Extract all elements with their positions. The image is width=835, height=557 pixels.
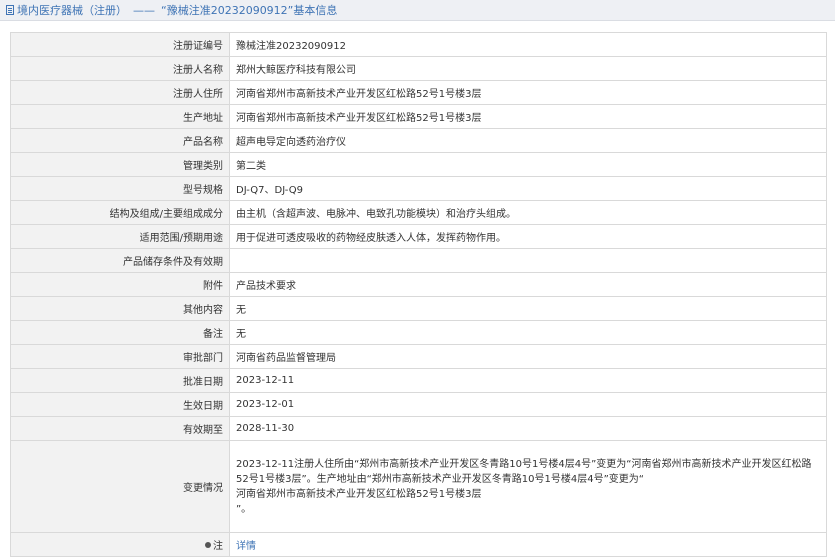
row-label: 其他内容 [10, 296, 230, 321]
row-label: 附件 [10, 272, 230, 297]
document-icon [6, 5, 14, 15]
table-row: 注册证编号 豫械注准20232090912 [10, 32, 827, 57]
row-label: 型号规格 [10, 176, 230, 201]
row-value: 河南省郑州市高新技术产业开发区红松路52号1号楼3层 [229, 104, 827, 129]
info-table-container: 注册证编号 豫械注准20232090912 注册人名称 郑州大鲸医疗科技有限公司 注… [10, 32, 827, 557]
row-value: 2023-12-01 [229, 392, 827, 417]
row-value: 豫械注准20232090912 [229, 32, 827, 57]
table-row: 其他内容无 [10, 296, 827, 321]
change-history-line: 河南省郑州市高新技术产业开发区红松路52号1号楼3层 [236, 488, 482, 500]
table-row: 审批部门 河南省药品监督管理局 [10, 344, 827, 369]
row-value: 2028-11-30 [229, 416, 827, 441]
change-history-value: 2023-12-11注册人住所由“郑州市高新技术产业开发区冬青路10号1号楼4层… [229, 440, 827, 533]
row-label: 有效期至 [10, 416, 230, 441]
row-value: 由主机（含超声波、电脉冲、电致孔功能模块）和治疗头组成。 [229, 200, 827, 225]
row-value: 用于促进可透皮吸收的药物经皮肤透入人体，发挥药物作用。 [229, 224, 827, 249]
change-history-line: 2023-12-11注册人住所由“郑州市高新技术产业开发区冬青路10号1号楼4层… [236, 458, 812, 470]
row-value: 郑州大鲸医疗科技有限公司 [229, 56, 827, 81]
row-label: 适用范围/预期用途 [10, 224, 230, 249]
table-row: 注册人名称 郑州大鲸医疗科技有限公司 [10, 56, 827, 81]
row-value: 河南省药品监督管理局 [229, 344, 827, 369]
pin-icon [205, 542, 211, 548]
table-row: 生产地址 河南省郑州市高新技术产业开发区红松路52号1号楼3层 [10, 104, 827, 129]
table-row: 备注无 [10, 320, 827, 345]
row-label: 产品名称 [10, 128, 230, 153]
row-value [229, 248, 827, 273]
row-label: 审批部门 [10, 344, 230, 369]
table-row: 批准日期 2023-12-11 [10, 368, 827, 393]
row-label: 产品储存条件及有效期 [10, 248, 230, 273]
change-history-line: ”。 [236, 503, 252, 515]
info-table: 注册证编号 豫械注准20232090912 注册人名称 郑州大鲸医疗科技有限公司 注… [10, 32, 827, 557]
table-row: 产品储存条件及有效期 [10, 248, 827, 273]
row-value: 无 [229, 296, 827, 321]
row-label: 生产地址 [10, 104, 230, 129]
page-header: 境内医疗器械（注册） —— “豫械注准20232090912”基本信息 [0, 0, 835, 21]
table-row: 管理类别 第二类 [10, 152, 827, 177]
change-history-line: 52号1号楼3层”。生产地址由“郑州市高新技术产业开发区冬青路10号1号楼4层4… [236, 473, 644, 485]
row-label: 批准日期 [10, 368, 230, 393]
row-label: 管理类别 [10, 152, 230, 177]
row-value: 无 [229, 320, 827, 345]
header-title-suffix: “豫械注准20232090912”基本信息 [161, 4, 338, 17]
row-value: 超声电导定向透药治疗仪 [229, 128, 827, 153]
row-label: 注册人名称 [10, 56, 230, 81]
row-value: 第二类 [229, 152, 827, 177]
table-row: 适用范围/预期用途 用于促进可透皮吸收的药物经皮肤透入人体，发挥药物作用。 [10, 224, 827, 249]
table-row: 型号规格 DJ-Q7、DJ-Q9 [10, 176, 827, 201]
row-value: 2023-12-11 [229, 368, 827, 393]
row-label: 注册人住所 [10, 80, 230, 105]
table-row: 生效日期 2023-12-01 [10, 392, 827, 417]
row-label: 结构及组成/主要组成成分 [10, 200, 230, 225]
table-row: 注册人住所 河南省郑州市高新技术产业开发区红松路52号1号楼3层 [10, 80, 827, 105]
row-label: 注册证编号 [10, 32, 230, 57]
table-row: 有效期至 2028-11-30 [10, 416, 827, 441]
table-row: 结构及组成/主要组成成分 由主机（含超声波、电脉冲、电致孔功能模块）和治疗头组成。 [10, 200, 827, 225]
row-value: 产品技术要求 [229, 272, 827, 297]
table-row: 产品名称 超声电导定向透药治疗仪 [10, 128, 827, 153]
change-history-label: 变更情况 [10, 440, 230, 533]
row-label: 生效日期 [10, 392, 230, 417]
details-link[interactable]: 详情 [236, 541, 256, 552]
table-row: 附件 产品技术要求 [10, 272, 827, 297]
note-label: 注 [213, 541, 223, 552]
row-value: 河南省郑州市高新技术产业开发区红松路52号1号楼3层 [229, 80, 827, 105]
row-label: 备注 [10, 320, 230, 345]
header-separator: —— [133, 3, 155, 17]
change-history-row: 变更情况 2023-12-11注册人住所由“郑州市高新技术产业开发区冬青路10号… [10, 440, 827, 533]
header-title-prefix: 境内医疗器械（注册） [17, 4, 127, 17]
row-value: DJ-Q7、DJ-Q9 [229, 176, 827, 201]
